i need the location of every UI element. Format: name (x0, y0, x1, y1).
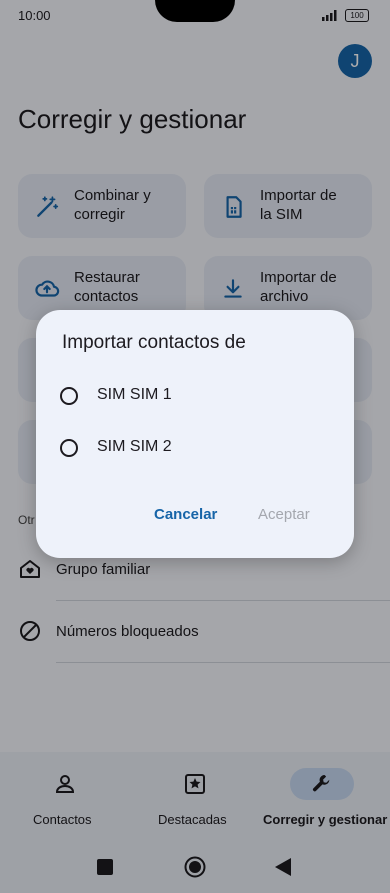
radio-option-sim1[interactable]: SIM SIM 1 (36, 376, 354, 420)
radio-option-sim2[interactable]: SIM SIM 2 (36, 428, 354, 472)
import-contacts-dialog: Importar contactos de SIM SIM 1 SIM SIM … (36, 310, 354, 558)
accept-button[interactable]: Aceptar (258, 506, 310, 523)
radio-label: SIM SIM 1 (97, 386, 172, 403)
radio-button[interactable] (60, 387, 78, 405)
dialog-title: Importar contactos de (62, 332, 246, 353)
cancel-button[interactable]: Cancelar (154, 506, 217, 523)
radio-label: SIM SIM 2 (97, 438, 172, 455)
radio-button[interactable] (60, 439, 78, 457)
contacts-screen: 10:00 100 J Corregir y gestionar Combina… (0, 0, 390, 893)
